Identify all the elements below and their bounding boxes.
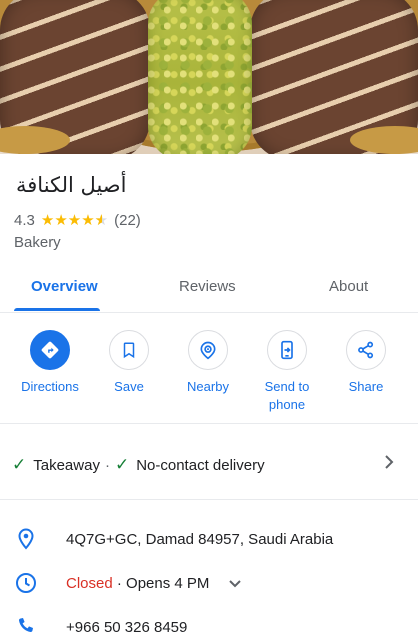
location-pin-icon <box>18 528 34 550</box>
check-icon: ✓ <box>114 455 130 474</box>
hours-status: Closed <box>66 575 113 592</box>
share-icon <box>346 330 386 370</box>
star-icon: ★ <box>81 212 95 229</box>
directions-button[interactable]: Directions <box>10 330 90 396</box>
bookmark-icon <box>109 330 149 370</box>
star-icon: ★ <box>40 212 55 229</box>
save-label: Save <box>114 379 144 394</box>
photo-pistachio-strip <box>148 0 252 154</box>
chevron-down-icon[interactable] <box>228 579 242 589</box>
share-label: Share <box>348 379 384 394</box>
place-tabs: Overview Reviews About <box>0 266 418 313</box>
send-to-phone-icon <box>267 330 307 370</box>
place-photo[interactable] <box>0 0 418 154</box>
tab-about[interactable]: About <box>329 278 368 295</box>
chevron-right-icon[interactable] <box>382 453 396 471</box>
service-takeaway: Takeaway <box>33 456 100 474</box>
phone-text: +966 50 326 8459 <box>66 619 188 636</box>
star-icon: ★ <box>67 212 82 229</box>
save-button[interactable]: Save <box>89 330 169 396</box>
nearby-label: Nearby <box>187 379 229 394</box>
hours-row[interactable]: Closed · Opens 4 PM <box>0 569 418 599</box>
review-count: (22) <box>114 211 141 229</box>
service-no-contact-delivery: No-contact delivery <box>136 456 265 474</box>
hours-text: Closed · Opens 4 PM <box>66 575 209 592</box>
rating-value: 4.3 <box>14 211 35 229</box>
phone-icon <box>18 618 33 633</box>
divider <box>0 499 418 500</box>
rating-row[interactable]: 4.3 ★ ★ ★ ★ ★ (22) <box>14 211 141 229</box>
place-category: Bakery <box>14 234 61 251</box>
place-title: أصيل الكنافة <box>16 173 127 197</box>
directions-icon <box>30 330 70 370</box>
check-icon: ✓ <box>12 455 27 474</box>
rating-stars: ★ ★ ★ ★ ★ <box>41 211 108 229</box>
share-button[interactable]: Share <box>326 330 406 396</box>
send-to-phone-button[interactable]: Send to phone <box>247 330 327 414</box>
divider <box>0 423 418 424</box>
directions-label: Directions <box>21 379 79 394</box>
action-buttons: Directions Save Nearby Send to phone Sha… <box>0 330 418 418</box>
active-tab-indicator <box>14 308 100 311</box>
phone-row[interactable]: +966 50 326 8459 <box>0 613 418 640</box>
nearby-button[interactable]: Nearby <box>168 330 248 396</box>
tab-reviews[interactable]: Reviews <box>179 278 236 295</box>
service-options[interactable]: ✓ Takeaway · ✓ No-contact delivery <box>12 455 265 475</box>
send-to-phone-label: Send to phone <box>264 379 310 412</box>
star-icon: ★ <box>54 212 68 229</box>
address-text: 4Q7G+GC, Damad 84957, Saudi Arabia <box>66 531 334 548</box>
star-half-icon: ★ <box>95 211 108 229</box>
nearby-icon <box>188 330 228 370</box>
address-row[interactable]: 4Q7G+GC, Damad 84957, Saudi Arabia <box>0 525 418 555</box>
hours-detail: · Opens 4 PM <box>116 575 210 592</box>
service-separator: · <box>104 456 110 474</box>
tab-overview[interactable]: Overview <box>31 278 98 295</box>
clock-icon <box>16 573 36 593</box>
